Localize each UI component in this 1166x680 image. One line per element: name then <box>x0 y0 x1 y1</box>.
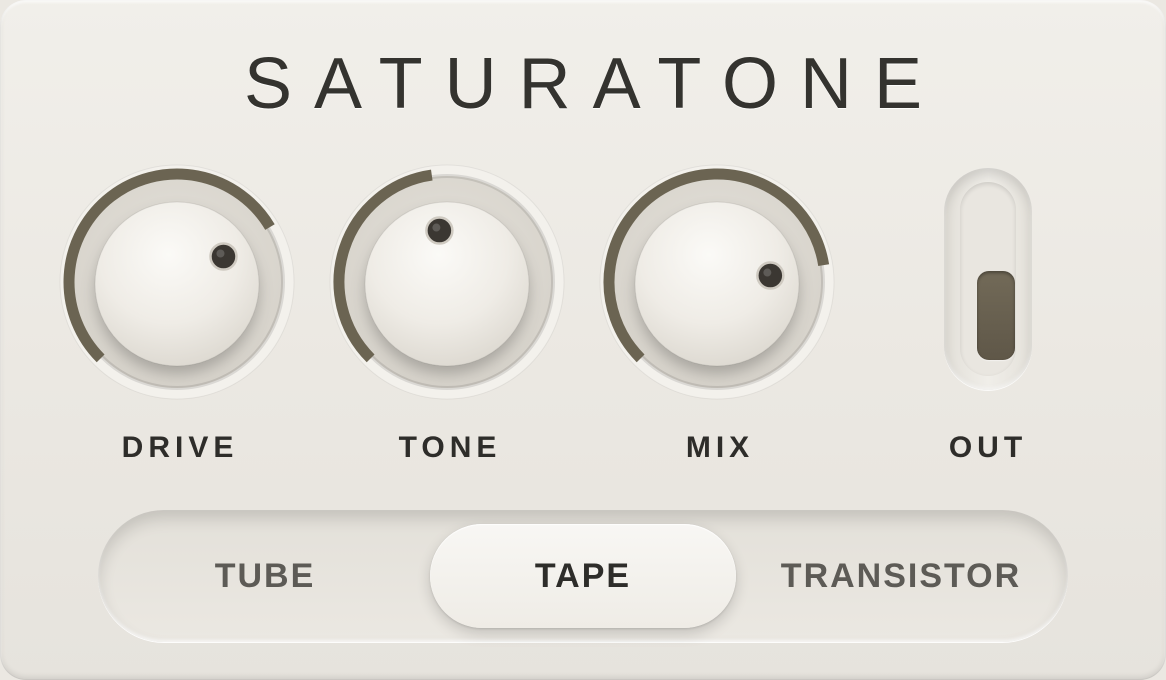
drive-label: DRIVE <box>121 431 239 464</box>
mode-selector: TUBE TAPE TRANSISTOR <box>98 510 1068 642</box>
tone-indicator <box>425 216 454 245</box>
drive-cap <box>95 202 259 366</box>
mode-tube-button[interactable]: TUBE <box>112 524 418 628</box>
mix-label: MIX <box>685 431 755 464</box>
tone-knob[interactable] <box>327 162 567 402</box>
plugin-panel: SATURATONE DRIVE TONE MIX OUT TUBE TAPE … <box>0 0 1166 680</box>
out-slider-fill <box>977 271 1015 360</box>
app-title: SATURATONE <box>243 44 945 124</box>
mix-indicator <box>756 261 785 290</box>
drive-indicator <box>209 242 238 271</box>
out-slider-track <box>960 182 1016 376</box>
drive-knob[interactable] <box>57 162 297 402</box>
tone-label: TONE <box>398 431 502 464</box>
out-slider[interactable] <box>944 168 1032 390</box>
mode-transistor-button[interactable]: TRANSISTOR <box>748 524 1054 628</box>
mode-tape-button[interactable]: TAPE <box>430 524 736 628</box>
out-label: OUT <box>948 431 1028 464</box>
mix-knob[interactable] <box>597 162 837 402</box>
